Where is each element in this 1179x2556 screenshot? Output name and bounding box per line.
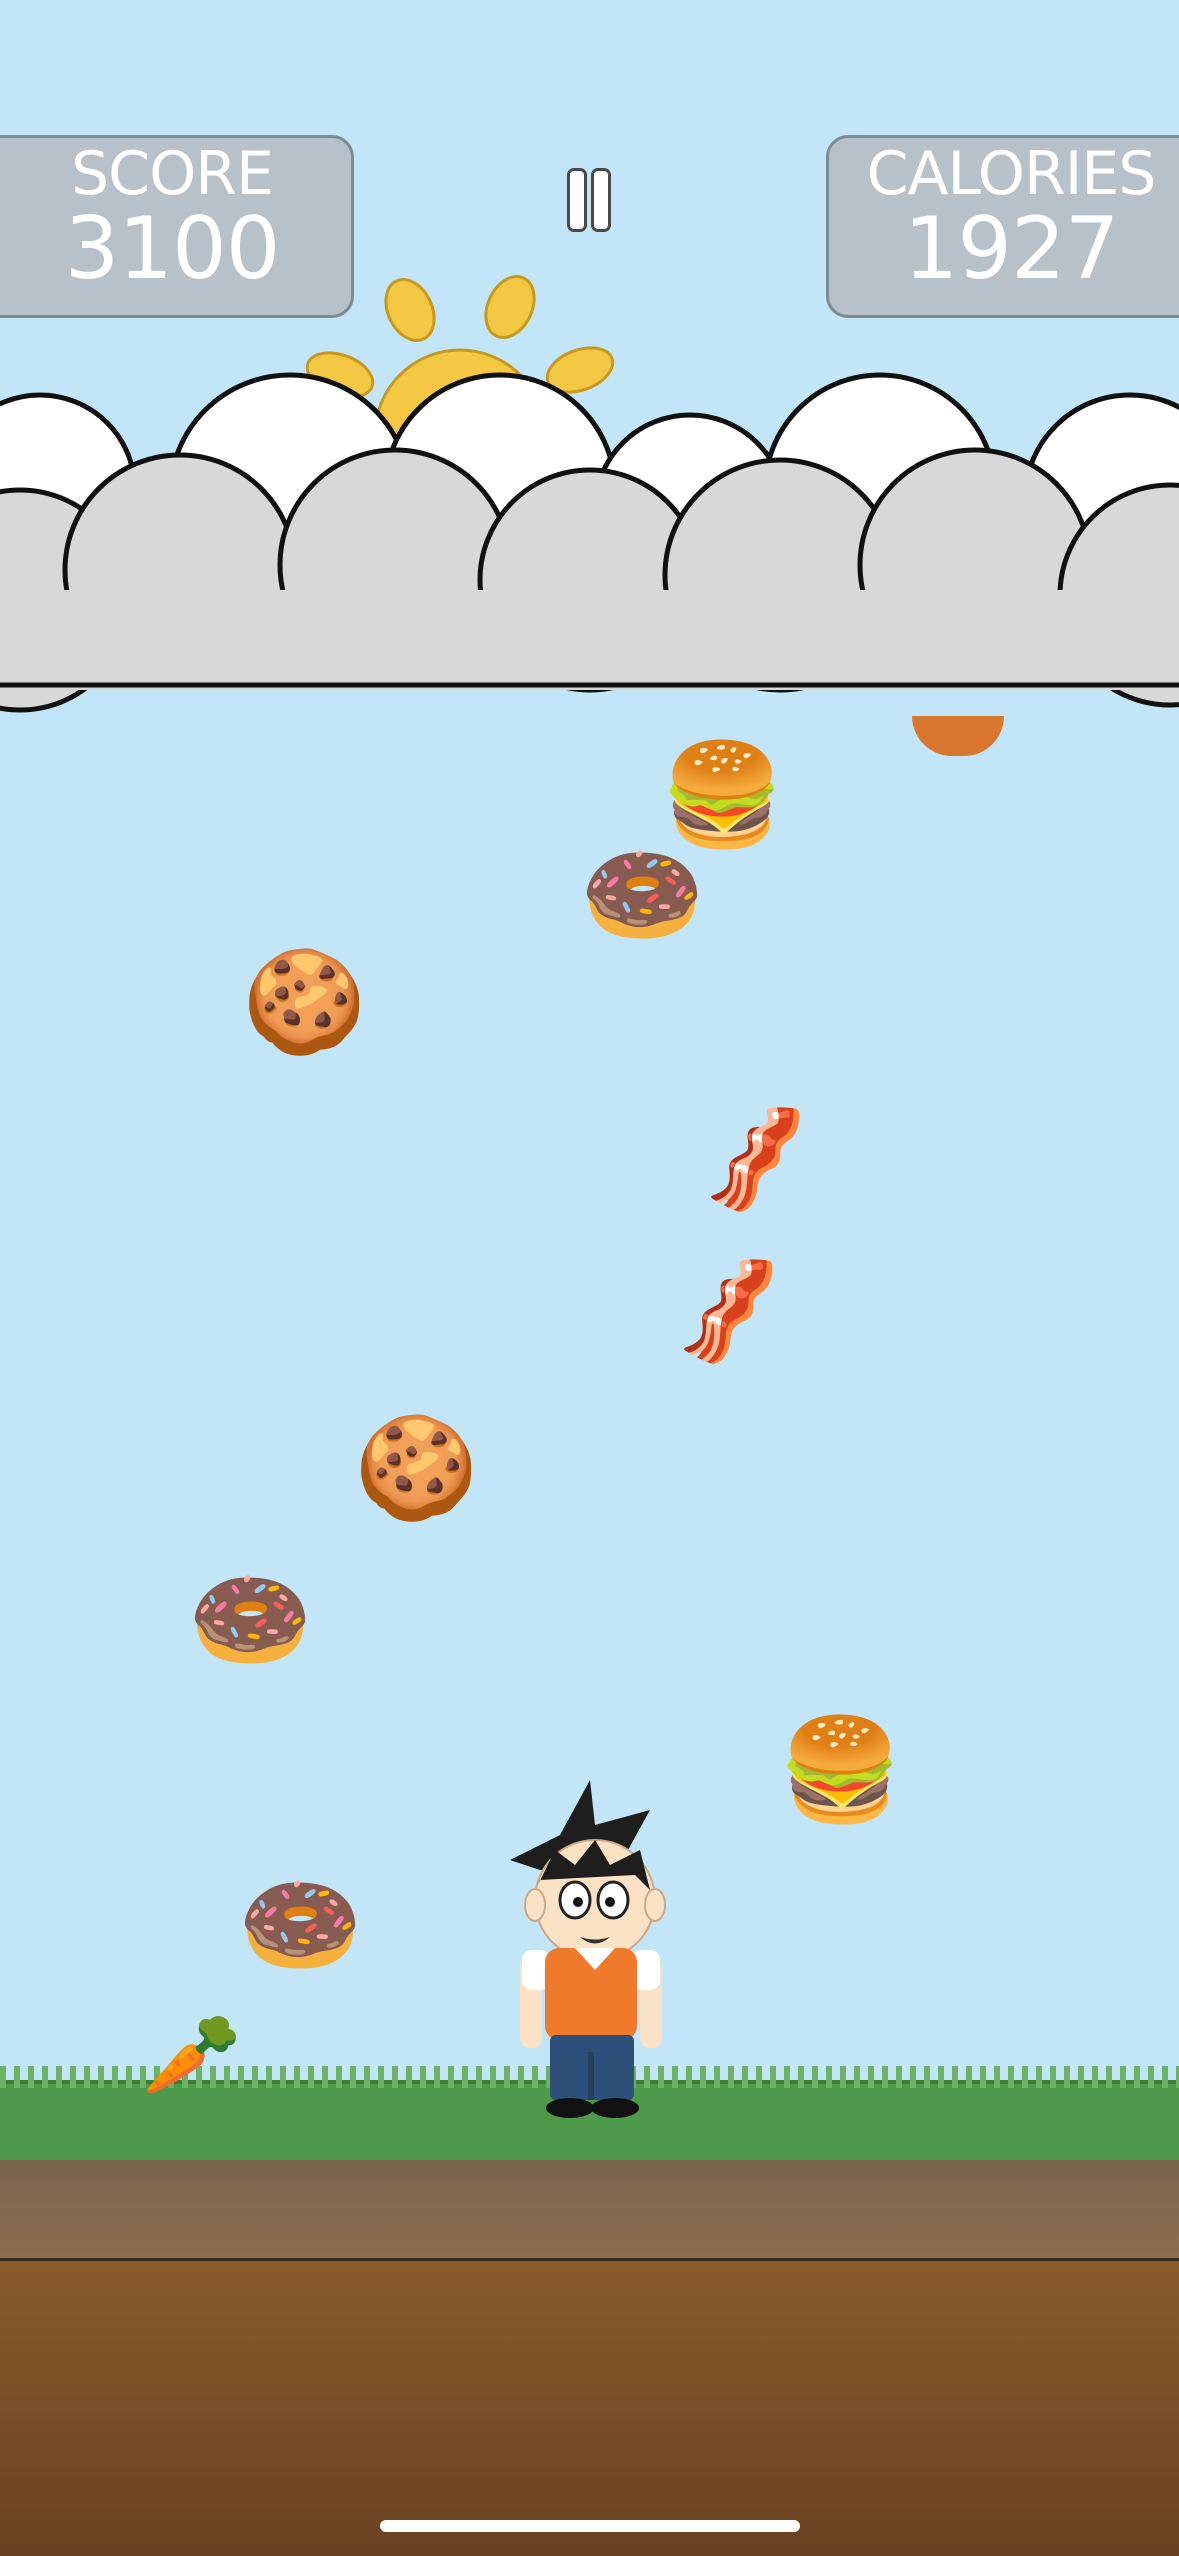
calories-value: 1927 — [903, 199, 1120, 299]
donut-item: 🍩 — [580, 836, 705, 953]
pause-button[interactable] — [567, 168, 611, 232]
burger-item: 🍔 — [660, 736, 785, 853]
pause-icon — [567, 168, 587, 232]
cloud-layer — [0, 372, 1179, 713]
score-value: 3100 — [64, 199, 281, 299]
bacon-item: 🥓 — [651, 1235, 809, 1388]
dirt-top — [0, 2160, 1179, 2261]
carrot-item: 🥕 — [142, 2008, 242, 2101]
pause-icon-bar — [591, 168, 611, 232]
dirt-bottom — [0, 2261, 1179, 2556]
bacon-item: 🥓 — [678, 1083, 836, 1236]
player-character[interactable] — [500, 1780, 680, 2125]
score-label: SCORE — [71, 139, 274, 209]
donut-item: 🍩 — [188, 1561, 313, 1678]
calories-panel: CALORIES 1927 — [826, 135, 1179, 318]
cookie-item: 🍪 — [242, 943, 367, 1060]
hidden-food-item — [912, 716, 1004, 756]
burger-item: 🍔 — [778, 1711, 903, 1828]
calories-label: CALORIES — [866, 139, 1157, 209]
cookie-item: 🍪 — [354, 1409, 479, 1526]
home-indicator[interactable] — [380, 2520, 800, 2532]
donut-item: 🍩 — [238, 1866, 363, 1983]
score-panel: SCORE 3100 — [0, 135, 354, 318]
